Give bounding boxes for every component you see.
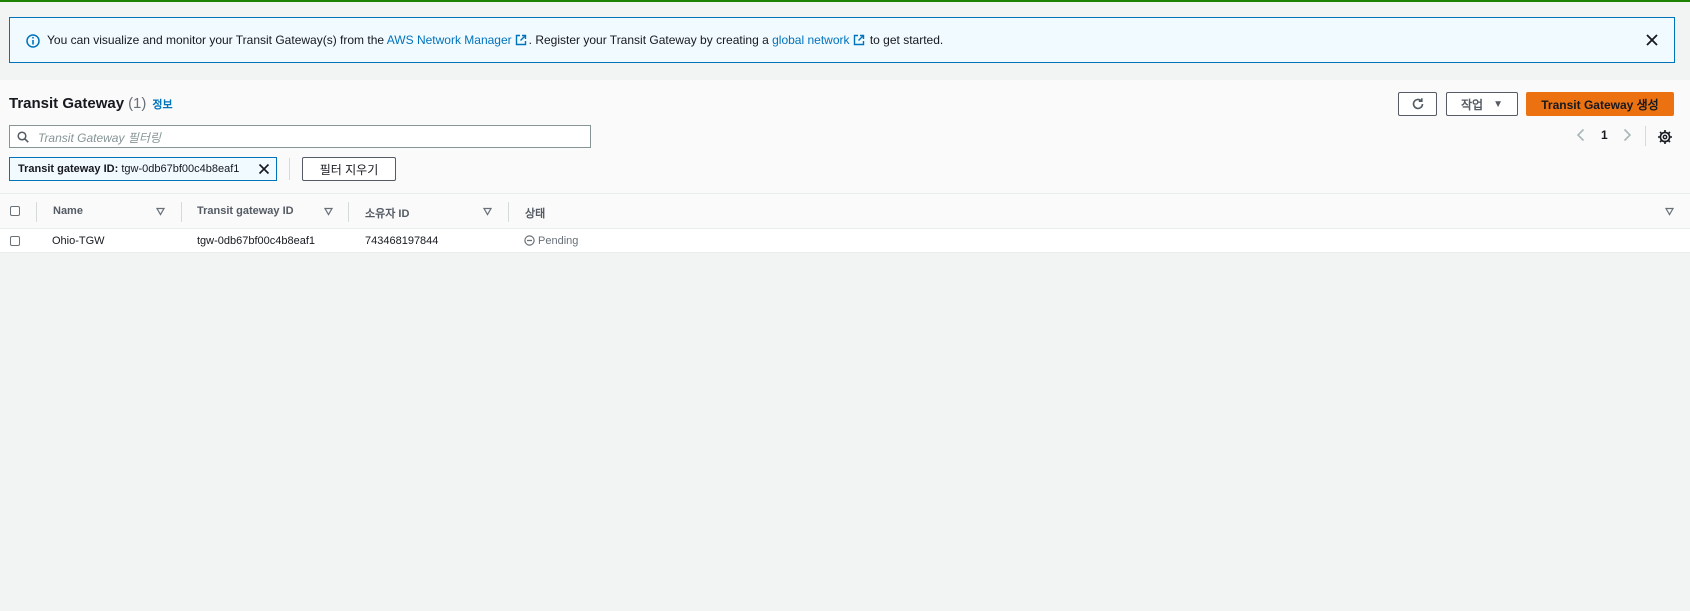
pagination-divider <box>1645 126 1646 146</box>
item-count: (1) <box>128 95 147 112</box>
banner-message: You can visualize and monitor your Trans… <box>47 33 943 47</box>
close-icon[interactable] <box>1644 32 1660 48</box>
network-manager-link[interactable]: AWS Network Manager <box>387 33 512 47</box>
search-icon <box>17 131 29 143</box>
table-header: Name Transit gateway ID 소유자 ID 상태 <box>0 193 1690 229</box>
external-link-icon <box>853 34 864 46</box>
filter-token: Transit gateway ID: tgw-0db67bf00c4b8eaf… <box>9 157 277 181</box>
caret-down-icon: ▼ <box>1493 98 1503 110</box>
column-divider[interactable] <box>508 202 509 222</box>
column-header-tgw-id[interactable]: Transit gateway ID <box>197 205 294 217</box>
global-network-link[interactable]: global network <box>772 33 849 47</box>
column-header-name[interactable]: Name <box>53 205 83 217</box>
external-link-icon <box>515 34 526 46</box>
column-divider[interactable] <box>348 202 349 222</box>
page-title: Transit Gateway (1) 정보 <box>9 95 173 112</box>
sort-icon[interactable] <box>483 207 492 216</box>
actions-button[interactable]: 작업 ▼ <box>1446 92 1518 116</box>
row-checkbox[interactable] <box>10 236 20 246</box>
refresh-icon <box>1412 98 1423 110</box>
actions-label: 작업 <box>1461 97 1484 112</box>
table-row[interactable]: Ohio-TGW tgw-0db67bf00c4b8eaf1 743468197… <box>0 229 1690 253</box>
filter-token-value: tgw-0db67bf00c4b8eaf1 <box>121 163 240 175</box>
filter-search-box <box>9 125 591 148</box>
create-transit-gateway-button[interactable]: Transit Gateway 생성 <box>1526 92 1674 116</box>
search-input[interactable] <box>36 128 580 147</box>
create-label: Transit Gateway 생성 <box>1541 97 1659 112</box>
current-page[interactable]: 1 <box>1601 128 1608 142</box>
filter-divider <box>289 158 290 180</box>
chevron-right-icon[interactable] <box>1622 128 1632 142</box>
sort-icon[interactable] <box>1665 207 1674 216</box>
clear-filters-label: 필터 지우기 <box>319 162 379 177</box>
refresh-button[interactable] <box>1398 92 1437 116</box>
column-divider[interactable] <box>181 202 182 222</box>
banner-text-3: to get started. <box>866 33 944 47</box>
column-header-owner-id[interactable]: 소유자 ID <box>365 205 409 221</box>
chevron-left-icon[interactable] <box>1576 128 1586 142</box>
clear-filters-button[interactable]: 필터 지우기 <box>302 157 396 181</box>
info-banner: You can visualize and monitor your Trans… <box>9 17 1675 63</box>
select-all-checkbox[interactable] <box>10 206 20 216</box>
banner-text-1: You can visualize and monitor your Trans… <box>47 33 387 47</box>
column-header-state[interactable]: 상태 <box>525 205 545 221</box>
banner-text-2: . Register your Transit Gateway by creat… <box>528 33 773 47</box>
gear-icon[interactable] <box>1657 129 1673 145</box>
sort-icon[interactable] <box>156 207 165 216</box>
title-text: Transit Gateway <box>9 95 125 112</box>
cell-name: Ohio-TGW <box>52 235 105 247</box>
state-text: Pending <box>538 235 579 247</box>
sort-icon[interactable] <box>324 207 333 216</box>
info-link[interactable]: 정보 <box>152 99 172 111</box>
cell-state: Pending <box>524 235 578 247</box>
info-icon <box>26 34 40 48</box>
cell-tgw-id-link[interactable]: tgw-0db67bf00c4b8eaf1 <box>197 235 315 247</box>
top-border <box>0 0 1690 2</box>
filter-token-key: Transit gateway ID: <box>18 163 119 175</box>
remove-filter-icon[interactable] <box>258 163 270 175</box>
pending-status-icon <box>524 235 535 246</box>
column-divider <box>36 202 37 222</box>
cell-owner-id: 743468197844 <box>365 235 439 247</box>
